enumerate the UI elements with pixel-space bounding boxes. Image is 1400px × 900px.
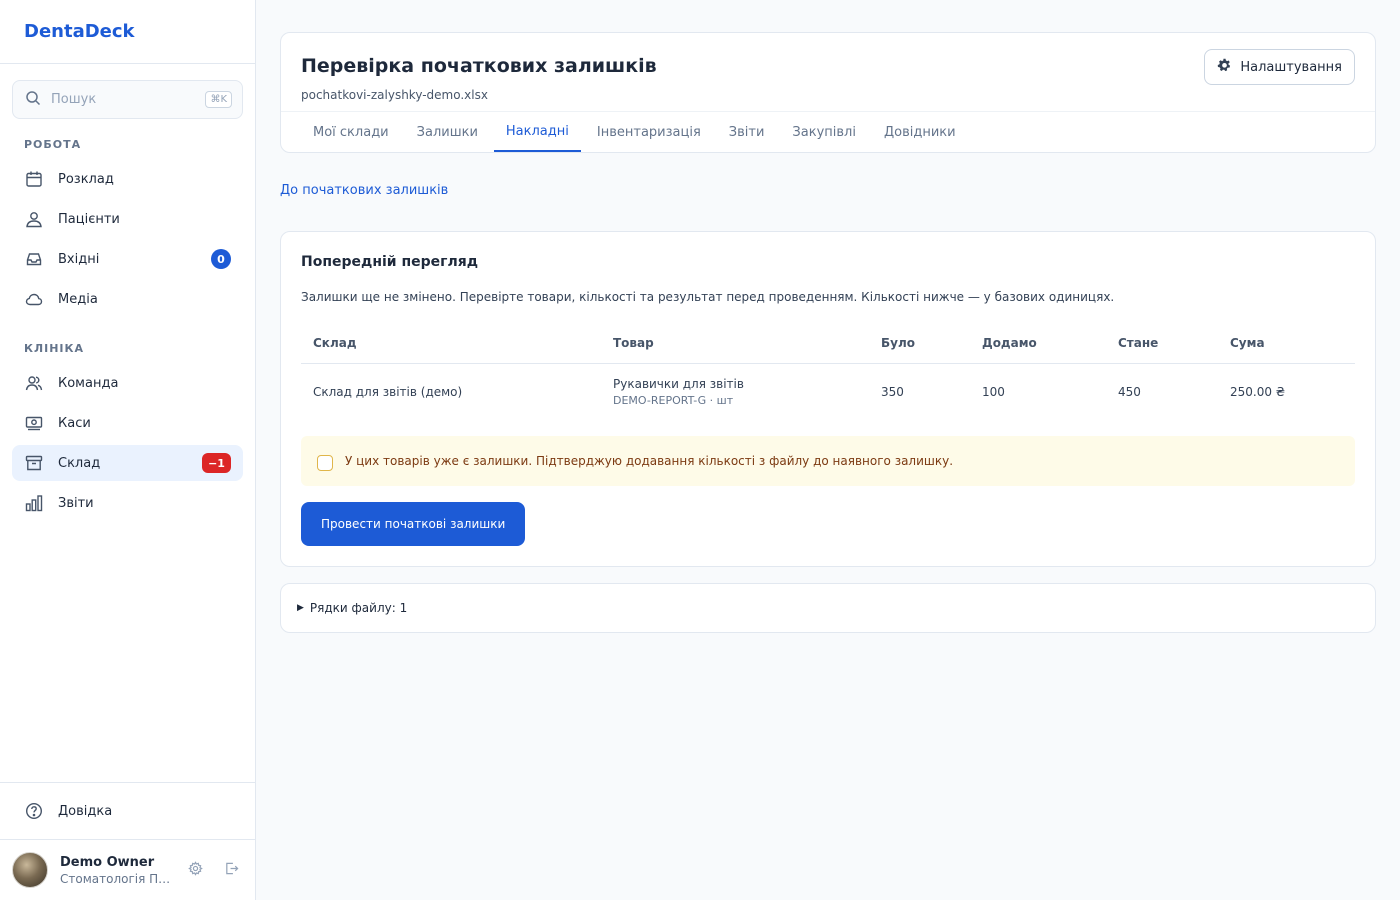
brand-logo[interactable]: DentaDeck [0,0,255,64]
sidebar-item-reports[interactable]: Звіти [12,485,243,521]
sidebar-item-team[interactable]: Команда [12,365,243,401]
column-header-will-be: Стане [1106,323,1218,364]
team-icon [24,373,44,393]
cash-icon [24,413,44,433]
table-header-row: Склад Товар Було Додамо Стане Сума [301,323,1355,364]
confirmation-warning: У цих товарів уже є залишки. Підтверджую… [301,436,1355,486]
tab-reports[interactable]: Звіти [717,112,777,152]
search-shortcut: ⌘K [205,91,232,108]
file-rows-label: Рядки файлу: 1 [309,601,408,615]
avatar[interactable] [12,852,48,888]
cell-will-be: 450 [1118,384,1141,399]
tab-directories[interactable]: Довідники [872,112,968,152]
settings-button[interactable]: Налаштування [1204,49,1355,85]
archive-icon [24,453,44,473]
tab-my-warehouses[interactable]: Мої склади [301,112,401,152]
settings-button-label: Налаштування [1240,59,1342,75]
gear-icon [187,860,203,880]
page-header: Перевірка початкових залишків pochatkovi… [280,32,1376,153]
column-header-warehouse: Склад [301,323,601,364]
inbox-count-badge: 0 [211,249,231,269]
expand-triangle-icon: ▶ [297,603,304,613]
column-header-was: Було [869,323,970,364]
column-header-product: Товар [601,323,869,364]
search-icon [25,90,41,110]
users-icon [24,209,44,229]
inbox-icon [24,249,44,269]
sidebar-item-schedule[interactable]: Розклад [12,161,243,197]
sidebar: DentaDeck Пошук ⌘K РОБОТА Розклад Пацієн… [0,0,256,900]
sidebar-item-label: Команда [58,375,119,391]
product-code: DEMO-REPORT-G · шт [613,393,734,407]
sidebar-item-warehouse[interactable]: Склад −1 [12,445,243,481]
page-title: Перевірка початкових залишків [301,55,657,77]
sidebar-item-label: Розклад [58,171,114,187]
user-name: Demo Owner [60,854,155,870]
section-title-work: РОБОТА [24,138,82,151]
preview-description: Залишки ще не змінено. Перевірте товари,… [301,290,1115,304]
file-rows-toggle[interactable]: ▶ Рядки файлу: 1 [280,583,1376,633]
logout-icon [224,861,239,880]
preview-card: Попередній перегляд Залишки ще не змінен… [280,231,1376,567]
user-settings-button[interactable] [183,858,207,882]
sidebar-item-patients[interactable]: Пацієнти [12,201,243,237]
help-circle-icon [24,801,44,821]
file-name: pochatkovi-zalyshky-demo.xlsx [301,88,488,102]
sidebar-item-label: Склад [58,455,101,471]
cell-product: Рукавички для звітів DEMO-REPORT-G · шт [601,363,869,420]
gear-icon [1217,58,1232,77]
section-title-clinic: КЛІНІКА [24,342,85,355]
chart-icon [24,493,44,513]
sidebar-item-media[interactable]: Медіа [12,281,243,317]
calendar-icon [24,169,44,189]
confirmation-text: У цих товарів уже є залишки. Підтверджую… [345,454,954,468]
sidebar-item-label: Каси [58,415,91,431]
tabs: Мої склади Залишки Накладні Інвентаризац… [281,111,1375,152]
sidebar-item-label: Вхідні [58,251,100,267]
main-content: Перевірка початкових залишків pochatkovi… [256,0,1400,900]
search-input[interactable]: Пошук ⌘K [12,80,243,119]
confirm-add-checkbox[interactable] [317,454,333,471]
cell-was: 350 [881,384,904,399]
post-opening-balances-button[interactable]: Провести початкові залишки [301,502,526,546]
tab-purchases[interactable]: Закупівлі [780,112,868,152]
warehouse-alert-badge: −1 [202,453,231,473]
user-panel: Demo Owner Стоматологія Посмішка [0,839,255,900]
sidebar-item-inbox[interactable]: Вхідні 0 [12,241,243,277]
column-header-sum: Сума [1218,323,1355,364]
cloud-icon [24,289,44,309]
back-to-opening-balances-link[interactable]: До початкових залишків [280,183,448,198]
tab-invoices[interactable]: Накладні [493,112,581,152]
sidebar-item-help[interactable]: Довідка [12,793,243,829]
user-organization: Стоматологія Посмішка [60,871,171,886]
search-placeholder: Пошук [51,92,97,107]
product-name: Рукавички для звітів [613,376,744,391]
sidebar-item-label: Пацієнти [58,211,120,227]
preview-title: Попередній перегляд [301,254,479,270]
sidebar-item-label: Довідка [58,803,113,819]
logout-button[interactable] [219,858,243,882]
tab-stock[interactable]: Залишки [405,112,490,152]
tab-inventory[interactable]: Інвентаризація [585,112,713,152]
cell-warehouse: Склад для звітів (демо) [313,384,463,399]
sidebar-item-label: Звіти [58,495,94,511]
preview-table: Склад Товар Було Додамо Стане Сума Склад… [301,323,1355,420]
cell-sum: 250.00 ₴ [1230,384,1286,399]
sidebar-item-label: Медіа [58,291,98,307]
column-header-add: Додамо [970,323,1106,364]
sidebar-item-cash[interactable]: Каси [12,405,243,441]
cell-add: 100 [982,384,1005,399]
table-row: Склад для звітів (демо) Рукавички для зв… [301,363,1355,420]
